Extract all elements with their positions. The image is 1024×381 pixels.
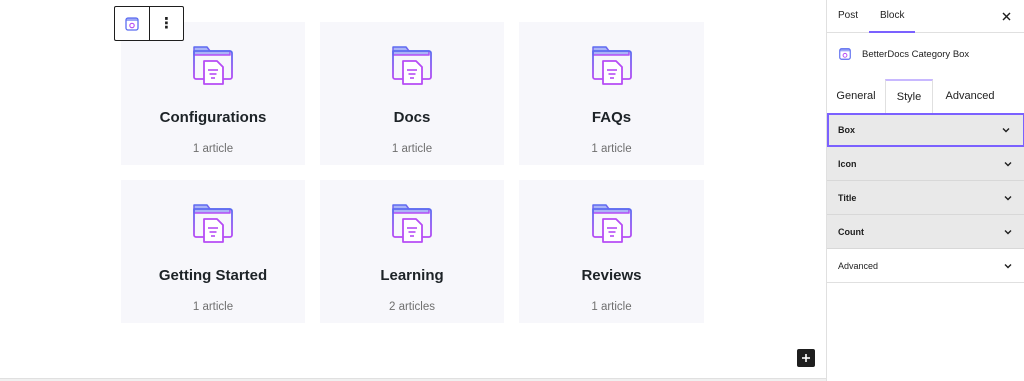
- panel-icon[interactable]: Icon: [827, 147, 1024, 181]
- folder-document-icon: [591, 204, 632, 243]
- more-vertical-icon: ⋮: [159, 15, 174, 32]
- category-count: 2 articles: [388, 301, 436, 313]
- folder-document-icon: [392, 204, 432, 243]
- block-options-button[interactable]: ⋮: [149, 7, 183, 40]
- category-card[interactable]: Reviews 1 article: [519, 180, 704, 323]
- block-toolbar: ⋮: [114, 6, 184, 41]
- category-card[interactable]: Learning 2 articles: [320, 180, 504, 323]
- category-title: Configurations: [159, 109, 267, 126]
- category-title: Learning: [380, 267, 444, 284]
- tab-block[interactable]: Block: [869, 0, 916, 33]
- category-count: 1 article: [591, 143, 632, 155]
- sidebar-tabs: Post Block: [827, 0, 1024, 33]
- chevron-down-icon: [1004, 161, 1012, 166]
- panel-label: Count: [838, 226, 864, 237]
- block-inserter-button[interactable]: [797, 349, 815, 367]
- block-type-button[interactable]: [115, 7, 149, 40]
- close-icon: [1002, 12, 1010, 20]
- folder-document-icon: [193, 46, 233, 85]
- block-card: BetterDocs Category Box: [827, 33, 1024, 75]
- chevron-down-icon: [1004, 263, 1012, 268]
- tab-general[interactable]: General: [827, 79, 885, 113]
- tab-post[interactable]: Post: [827, 0, 869, 32]
- category-card[interactable]: Configurations 1 article: [121, 22, 305, 165]
- category-box-icon: [125, 16, 139, 31]
- close-sidebar-button[interactable]: [999, 9, 1013, 23]
- settings-tabs: General Style Advanced: [827, 79, 1024, 113]
- style-panels: Box Icon Title Count Advanced: [827, 113, 1024, 283]
- category-count: 1 article: [391, 143, 433, 155]
- category-title: Getting Started: [158, 267, 268, 284]
- plus-icon: [802, 354, 810, 362]
- category-box-icon: [839, 48, 851, 60]
- category-title: Docs: [393, 109, 431, 126]
- panel-label: Title: [838, 192, 857, 203]
- panel-label: Box: [838, 125, 856, 135]
- folder-document-icon: [591, 46, 632, 85]
- chevron-down-icon: [1004, 229, 1012, 234]
- category-grid: Configurations 1 article Docs 1 article: [121, 22, 704, 323]
- chevron-down-icon: [1002, 128, 1010, 133]
- folder-document-icon: [392, 46, 432, 85]
- folder-document-icon: [193, 204, 233, 243]
- category-count: 1 article: [591, 301, 632, 313]
- category-card[interactable]: Getting Started 1 article: [121, 180, 305, 323]
- panel-advanced[interactable]: Advanced: [827, 249, 1024, 283]
- panel-label: Icon: [838, 158, 857, 169]
- tab-advanced[interactable]: Advanced: [933, 79, 1007, 113]
- tab-style[interactable]: Style: [885, 79, 933, 113]
- panel-count[interactable]: Count: [827, 215, 1024, 249]
- category-count: 1 article: [192, 301, 234, 313]
- editor-canvas: ⋮ Configurations 1 article Docs 1 articl…: [0, 0, 826, 381]
- panel-label: Advanced: [838, 260, 879, 271]
- category-count: 1 article: [192, 143, 234, 155]
- category-card[interactable]: FAQs 1 article: [519, 22, 704, 165]
- category-title: Reviews: [581, 267, 642, 284]
- settings-sidebar: Post Block BetterDocs Category Box Gener…: [826, 0, 1024, 381]
- category-card[interactable]: Docs 1 article: [320, 22, 504, 165]
- panel-box[interactable]: Box: [827, 113, 1024, 147]
- panel-title[interactable]: Title: [827, 181, 1024, 215]
- category-title: FAQs: [591, 109, 632, 126]
- block-name: BetterDocs Category Box: [862, 48, 970, 60]
- chevron-down-icon: [1004, 195, 1012, 200]
